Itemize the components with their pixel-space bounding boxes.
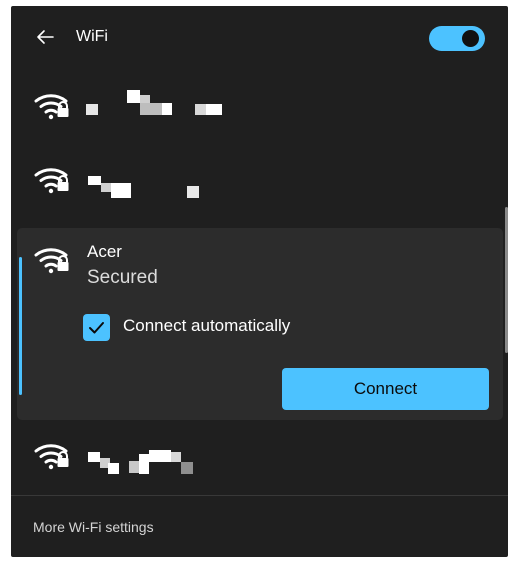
connect-button[interactable]: Connect (282, 368, 489, 410)
scrollbar[interactable] (505, 207, 508, 353)
wifi-flyout-panel: WiFi Acer Secured Connect automatically … (11, 6, 508, 557)
redacted-block (127, 90, 140, 103)
redacted-block (162, 103, 172, 115)
network-name: Acer (87, 242, 122, 261)
redacted-block (140, 103, 162, 115)
redacted-block (181, 462, 193, 474)
connect-automatically-checkbox[interactable] (83, 314, 110, 341)
page-title: WiFi (76, 28, 108, 45)
redacted-block (206, 104, 222, 115)
redacted-block (149, 450, 171, 462)
more-wifi-settings-link[interactable]: More Wi-Fi settings (33, 519, 154, 535)
redacted-block (88, 452, 100, 462)
network-item-4[interactable] (11, 422, 508, 494)
footer-divider (11, 495, 508, 496)
redacted-block (195, 104, 206, 115)
wifi-secured-icon (34, 444, 69, 470)
network-security-status: Secured (87, 267, 158, 288)
redacted-block (88, 176, 101, 185)
connect-automatically-label[interactable]: Connect automatically (123, 316, 290, 336)
wifi-toggle[interactable] (429, 26, 485, 51)
wifi-secured-icon (34, 94, 69, 120)
checkmark-icon (89, 322, 104, 334)
redacted-block (101, 183, 111, 192)
wifi-secured-icon (34, 248, 69, 274)
wifi-header: WiFi (11, 6, 508, 70)
network-item-acer[interactable]: Acer Secured Connect automatically Conne… (17, 228, 503, 420)
redacted-block (139, 454, 149, 474)
back-arrow-icon[interactable] (33, 25, 57, 49)
redacted-block (111, 183, 131, 198)
redacted-block (86, 104, 98, 115)
redacted-block (129, 461, 139, 473)
wifi-secured-icon (34, 168, 69, 194)
redacted-block (108, 463, 119, 474)
network-item-1[interactable] (11, 74, 508, 146)
toggle-knob (462, 30, 479, 47)
selection-indicator (19, 257, 22, 395)
redacted-block (187, 186, 199, 198)
network-item-2[interactable] (11, 146, 508, 218)
redacted-block (171, 452, 181, 462)
